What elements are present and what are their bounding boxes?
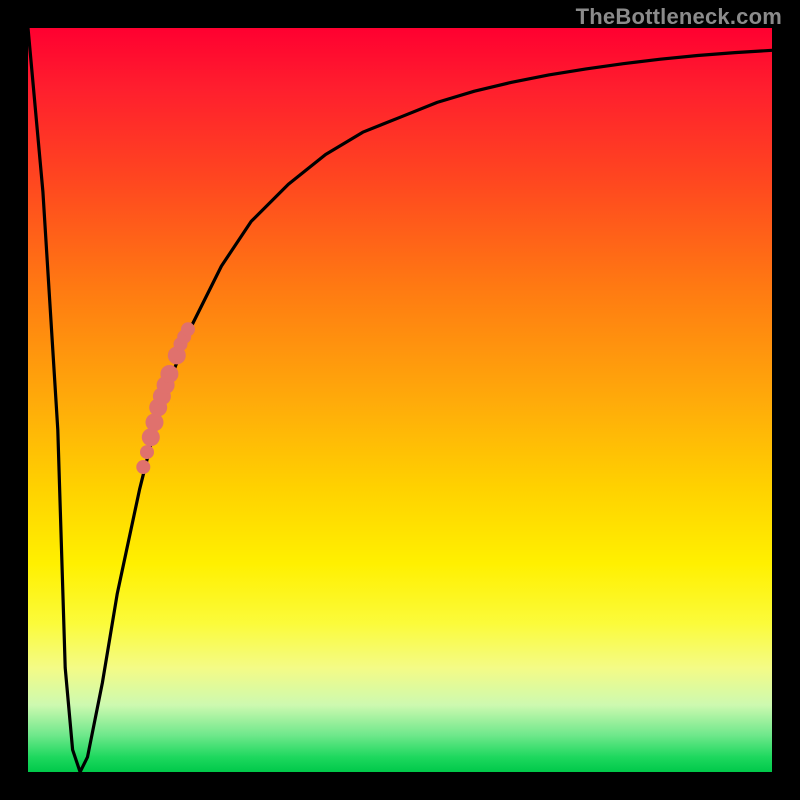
chart-container: TheBottleneck.com [0, 0, 800, 800]
highlight-dot [160, 365, 178, 383]
highlight-dot [181, 322, 195, 336]
highlight-dot [136, 460, 150, 474]
plot-area [28, 28, 772, 772]
highlight-dot [140, 445, 154, 459]
attribution-label: TheBottleneck.com [576, 4, 782, 30]
highlight-dots [28, 28, 772, 772]
